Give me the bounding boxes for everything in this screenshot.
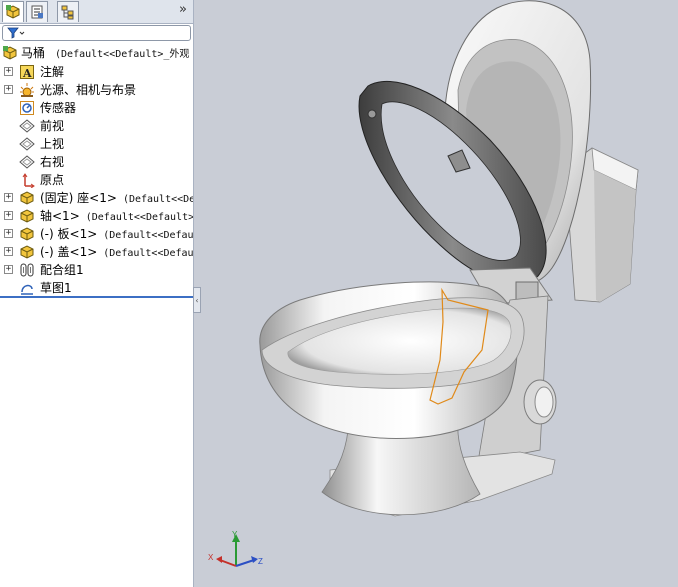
- filter-icon: [7, 27, 25, 39]
- graphics-viewport[interactable]: Y X Z: [194, 0, 678, 587]
- plane-icon: [19, 119, 35, 133]
- tree-filter-field[interactable]: [2, 25, 191, 41]
- toilet-bowl[interactable]: [259, 281, 525, 439]
- panel-selection-line: [0, 296, 193, 298]
- plane-icon: [19, 137, 35, 151]
- tree-item-sensors[interactable]: 传感器: [0, 99, 193, 117]
- tree-item-label: (-) 板<1>: [40, 227, 98, 241]
- triad-y-label: Y: [232, 530, 238, 539]
- expand-toggle[interactable]: +: [4, 85, 13, 94]
- tree-root-label: 马桶: [21, 46, 46, 60]
- triad-x-label: X: [208, 553, 214, 562]
- expand-toggle[interactable]: +: [4, 265, 13, 274]
- tree-item-label: 配合组1: [40, 263, 84, 277]
- tree-item-label: 原点: [40, 173, 65, 187]
- tree-item-lights-cameras[interactable]: + 光源、相机与布景: [0, 81, 193, 99]
- origin-icon: [22, 173, 35, 188]
- tree-item-label: 前视: [40, 119, 65, 133]
- expand-toggle[interactable]: +: [4, 229, 13, 238]
- tree-root-config: (Default<<Default>_外观: [55, 49, 190, 60]
- tree-root-assembly[interactable]: 马桶 (Default<<Default>_外观: [0, 44, 193, 62]
- feature-manager-panel: » 马桶 (Default<<Default>_外观 + A 注解 + 光源、相机…: [0, 0, 194, 587]
- tab-property-manager[interactable]: [26, 1, 48, 22]
- tree-item-sketch[interactable]: 草图1: [0, 279, 193, 297]
- tree-item-component-plate[interactable]: + (-) 板<1> (Default<<Defau: [0, 225, 193, 243]
- tree-item-annotations[interactable]: + A 注解: [0, 63, 193, 81]
- triad-z-label: Z: [258, 557, 263, 566]
- expand-toggle[interactable]: +: [4, 193, 13, 202]
- panel-tab-bar: »: [0, 0, 193, 24]
- part-icon: [20, 209, 34, 223]
- expand-toggle[interactable]: +: [4, 247, 13, 256]
- tree-item-label: 光源、相机与布景: [40, 83, 137, 97]
- tree-item-mates[interactable]: + 配合组1: [0, 261, 193, 279]
- expand-toggle[interactable]: +: [4, 211, 13, 220]
- tree-item-top-plane[interactable]: 上视: [0, 135, 193, 153]
- tree-item-right-plane[interactable]: 右视: [0, 153, 193, 171]
- assembly-icon: [3, 46, 17, 60]
- sensor-icon: [20, 101, 34, 115]
- tree-item-label: 传感器: [40, 101, 77, 115]
- tree-item-config: (Default<<Defau: [103, 230, 193, 241]
- mates-icon: [20, 263, 34, 277]
- tree-item-label: 右视: [40, 155, 65, 169]
- tree-item-label: 上视: [40, 137, 65, 151]
- tree-item-component-seat[interactable]: + (固定) 座<1> (Default<<De: [0, 189, 193, 207]
- tree-item-config: (Default<<Default>_9: [85, 212, 193, 223]
- tree-item-component-shaft[interactable]: + 轴<1> (Default<<Default>_9: [0, 207, 193, 225]
- svg-text:A: A: [22, 67, 32, 80]
- tree-item-label: (固定) 座<1>: [40, 191, 117, 205]
- toilet-model[interactable]: [194, 0, 678, 587]
- property-icon: [31, 5, 43, 19]
- expand-toggle[interactable]: +: [4, 67, 13, 76]
- coordinate-triad: Y X Z: [208, 530, 263, 567]
- tree-item-config: (Default<<De: [122, 194, 193, 205]
- tree-item-config: (Default<<Defau: [103, 248, 193, 259]
- tree-item-label: 草图1: [40, 281, 72, 295]
- sketch-icon: [21, 284, 33, 295]
- tree-item-label: 注解: [40, 65, 65, 79]
- tree-item-front-plane[interactable]: 前视: [0, 117, 193, 135]
- lights-camera-icon: [20, 83, 34, 97]
- panel-expand-button[interactable]: »: [179, 2, 187, 17]
- tree-item-label: (-) 盖<1>: [40, 245, 98, 259]
- part-icon: [20, 227, 34, 241]
- tree-item-label: 轴<1>: [40, 209, 80, 223]
- configuration-icon: [61, 5, 74, 20]
- plane-icon: [19, 155, 35, 169]
- tab-configuration-manager[interactable]: [57, 1, 79, 22]
- part-icon: [20, 191, 34, 205]
- tree-item-component-lid[interactable]: + (-) 盖<1> (Default<<Defau: [0, 243, 193, 261]
- annotation-icon: A: [20, 65, 34, 80]
- part-icon: [20, 245, 34, 259]
- tab-feature-manager[interactable]: [2, 1, 24, 22]
- tree-item-origin[interactable]: 原点: [0, 171, 193, 189]
- feature-tree-icon: [6, 5, 20, 19]
